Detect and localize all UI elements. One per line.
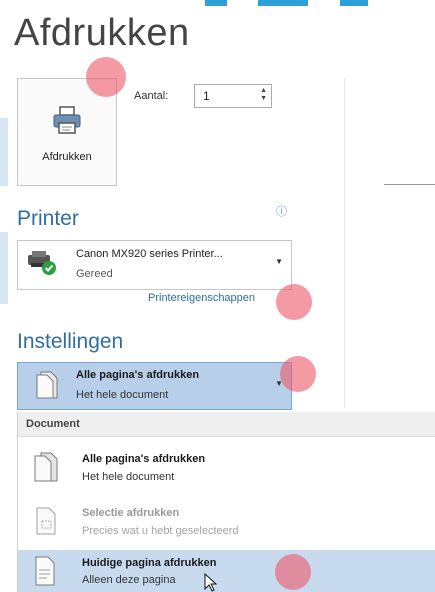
dropdown-group-header: Document: [18, 412, 435, 437]
click-marker: [280, 356, 316, 392]
dropdown-item-subtitle: Het hele document: [82, 471, 175, 483]
document-icon: [36, 371, 58, 399]
printer-icon: [53, 106, 81, 134]
dropdown-group-header-label: Document: [26, 418, 80, 430]
background-decoration: [0, 232, 8, 304]
document-icon: [35, 556, 55, 586]
mouse-cursor-icon: [204, 573, 218, 592]
selection-document-icon: [36, 507, 56, 535]
dropdown-item-title: Selectie afdrukken: [82, 507, 180, 519]
click-marker: [276, 284, 312, 320]
copies-label: Aantal:: [134, 90, 169, 102]
top-accent-bar: [205, 0, 227, 6]
click-marker: [86, 57, 126, 97]
dropdown-item-current-page[interactable]: Huidige pagina afdrukken Alleen deze pag…: [18, 550, 435, 592]
spin-arrows-icon[interactable]: ▲ ▼: [260, 87, 267, 103]
print-range-select[interactable]: Alle pagina's afdrukken Het hele documen…: [17, 362, 292, 410]
background-decoration: [0, 118, 8, 186]
printer-name: Canon MX920 series Printer...: [76, 248, 223, 260]
dropdown-item-selection[interactable]: Selectie afdrukken Precies wat u hebt ge…: [18, 496, 435, 548]
print-range-subtitle: Het hele document: [76, 389, 169, 401]
top-accent-bar: [340, 0, 368, 6]
copies-value[interactable]: 1: [203, 89, 210, 103]
document-icon: [34, 452, 58, 482]
dropdown-item-title: Alle pagina's afdrukken: [82, 453, 206, 465]
preview-divider: [344, 78, 345, 408]
chevron-down-icon[interactable]: ▼: [275, 257, 283, 266]
preview-page-edge: [384, 184, 435, 185]
settings-section-title: Instellingen: [17, 330, 124, 353]
dropdown-item-subtitle: Precies wat u hebt geselecteerd: [82, 525, 239, 537]
printer-select[interactable]: Canon MX920 series Printer... Gereed ▼: [17, 240, 292, 290]
top-accent-bar: [258, 0, 308, 6]
print-range-title: Alle pagina's afdrukken: [76, 369, 200, 381]
dropdown-item-subtitle: Alleen deze pagina: [82, 574, 176, 586]
printer-status: Gereed: [76, 268, 113, 280]
dropdown-item-title: Huidige pagina afdrukken: [82, 557, 217, 569]
dropdown-item-all-pages[interactable]: Alle pagina's afdrukken Het hele documen…: [18, 442, 435, 494]
print-button-label: Afdrukken: [42, 151, 92, 163]
printer-status-icon: [28, 251, 56, 275]
click-marker: [275, 554, 311, 590]
printer-properties-link[interactable]: Printereigenschappen: [148, 292, 255, 304]
copies-stepper[interactable]: 1 ▲ ▼: [194, 84, 272, 108]
print-range-dropdown: Document Alle pagina's afdrukken Het hel…: [17, 412, 435, 592]
printer-section-title: Printer: [17, 207, 79, 230]
page-title: Afdrukken: [14, 12, 190, 54]
info-icon[interactable]: ⓘ: [276, 203, 287, 219]
